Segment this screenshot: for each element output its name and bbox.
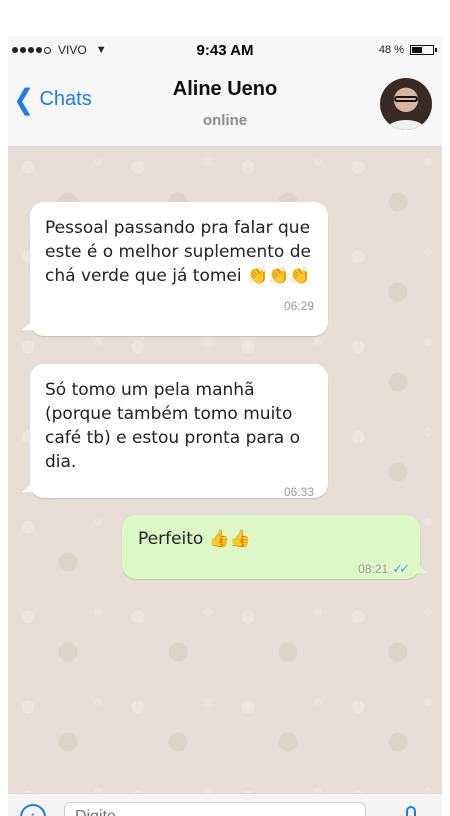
battery-percent: 48 % xyxy=(378,44,404,56)
message-time: 06:29 xyxy=(283,299,314,313)
message-time: 08:21 xyxy=(358,562,389,576)
message-text: Só tomo um pela manhã (porque também tom… xyxy=(45,380,301,472)
battery-status: 48 % xyxy=(378,44,437,56)
battery-icon xyxy=(410,45,437,55)
contact-name[interactable]: Aline Ueno xyxy=(8,78,442,101)
avatar-glasses xyxy=(394,96,418,102)
avatar[interactable] xyxy=(380,78,432,130)
avatar-shirt xyxy=(388,120,424,130)
message-list[interactable]: Pessoal passando pra falar que este é o … xyxy=(8,147,442,793)
status-time: 9:43 AM xyxy=(196,42,254,59)
contact-status: online xyxy=(202,112,248,129)
message-meta: 08:21 ✓✓ xyxy=(138,557,410,581)
message-bubble-incoming[interactable]: Só tomo um pela manhã (porque também tom… xyxy=(22,364,328,499)
message-time: 06:33 xyxy=(283,485,314,499)
message-bubble-outgoing[interactable]: Perfeito 👍👍 08:21 ✓✓ xyxy=(122,515,428,581)
message-input[interactable] xyxy=(64,802,366,816)
composer-bar: ↑ xyxy=(8,793,442,816)
double-check-icon: ✓✓ xyxy=(392,561,410,576)
chat-header: ❮ Chats Aline Ueno online xyxy=(8,66,442,147)
plus-circle-icon[interactable]: ↑ xyxy=(20,804,46,816)
message-text: Pessoal passando pra falar que este é o … xyxy=(45,218,311,286)
message-text: Perfeito 👍👍 xyxy=(138,529,252,549)
phone-screen: VIVO ▼ 9:43 AM 48 % ❮ Chats Aline Ueno o… xyxy=(8,36,442,816)
mic-icon[interactable] xyxy=(406,806,416,816)
message-bubble-incoming[interactable]: Pessoal passando pra falar que este é o … xyxy=(22,202,328,336)
status-bar: VIVO ▼ 9:43 AM 48 % xyxy=(8,36,442,66)
